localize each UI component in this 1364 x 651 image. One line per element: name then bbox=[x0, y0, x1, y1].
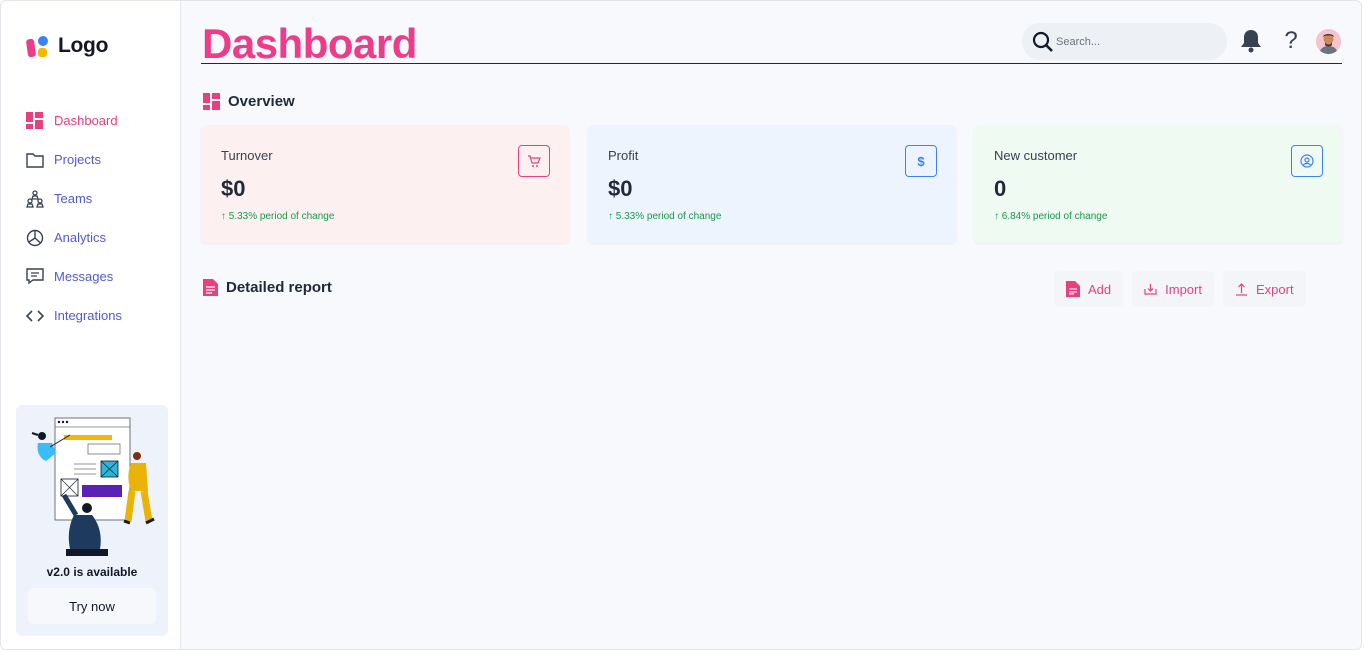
overview-heading: Overview bbox=[203, 93, 295, 110]
export-button-label: Export bbox=[1255, 281, 1294, 297]
add-button[interactable]: Add bbox=[1054, 271, 1124, 307]
dashboard-grid-icon bbox=[203, 93, 220, 110]
import-button[interactable]: Import bbox=[1132, 271, 1214, 307]
sidebar-nav: Dashboard Projects Teams Analytics Messa… bbox=[25, 101, 175, 335]
title-divider bbox=[201, 63, 1342, 64]
sidebar-item-analytics[interactable]: Analytics bbox=[25, 218, 175, 257]
dollar-icon[interactable]: $ bbox=[905, 145, 937, 177]
sidebar-item-dashboard[interactable]: Dashboard bbox=[25, 101, 175, 140]
dashboard-grid-icon bbox=[25, 111, 44, 130]
report-heading: Detailed report bbox=[203, 279, 332, 296]
stat-label: Profit bbox=[608, 148, 639, 163]
search-icon bbox=[1032, 31, 1053, 52]
stat-card-new-customer[interactable]: New customer 0 ↑ 6.84% period of change bbox=[974, 125, 1342, 243]
stat-change: ↑ 6.84% period of change bbox=[994, 211, 1108, 222]
code-icon bbox=[25, 306, 44, 325]
sidebar-item-label: Projects bbox=[54, 152, 101, 167]
sidebar-item-messages[interactable]: Messages bbox=[25, 257, 175, 296]
stat-value: $0 bbox=[608, 176, 633, 201]
message-icon bbox=[25, 267, 44, 286]
export-icon bbox=[1235, 282, 1247, 296]
import-button-label: Import bbox=[1165, 281, 1202, 297]
stat-value: $0 bbox=[221, 176, 246, 201]
bell-icon bbox=[1241, 30, 1261, 53]
main-content: Dashboard ? Overview Turnover $0 ↑ 5.33%… bbox=[182, 1, 1361, 649]
sidebar-item-teams[interactable]: Teams bbox=[25, 179, 175, 218]
pie-chart-icon bbox=[25, 228, 44, 247]
document-icon bbox=[203, 279, 218, 296]
stat-card-turnover[interactable]: Turnover $0 ↑ 5.33% period of change bbox=[201, 125, 569, 243]
promo-card: v2.0 is available Try now bbox=[16, 405, 168, 636]
export-button[interactable]: Export bbox=[1222, 271, 1306, 307]
logo-mark-icon bbox=[26, 36, 48, 58]
cart-icon[interactable] bbox=[518, 145, 550, 177]
user-circle-icon[interactable] bbox=[1291, 145, 1323, 177]
sidebar: Logo Dashboard Projects Teams Analytics … bbox=[1, 1, 181, 649]
stat-label: New customer bbox=[994, 148, 1078, 163]
document-icon bbox=[1066, 281, 1080, 297]
logo[interactable]: Logo bbox=[26, 33, 108, 59]
add-button-label: Add bbox=[1088, 281, 1112, 297]
stat-value: 0 bbox=[994, 176, 1007, 201]
search-bar[interactable] bbox=[1022, 23, 1227, 60]
sidebar-item-label: Dashboard bbox=[54, 113, 118, 128]
report-title: Detailed report bbox=[226, 279, 332, 296]
search-input[interactable] bbox=[1056, 35, 1216, 48]
teams-icon bbox=[25, 189, 44, 208]
logo-text: Logo bbox=[58, 34, 109, 57]
promo-text: v2.0 is available bbox=[46, 565, 138, 579]
sidebar-item-integrations[interactable]: Integrations bbox=[25, 296, 175, 335]
sidebar-item-projects[interactable]: Projects bbox=[25, 140, 175, 179]
sidebar-item-label: Integrations bbox=[54, 308, 122, 323]
report-actions: Add Import Export bbox=[1054, 271, 1306, 307]
sidebar-item-label: Messages bbox=[54, 269, 114, 284]
team-illustration bbox=[31, 417, 155, 556]
sidebar-item-label: Analytics bbox=[54, 230, 107, 245]
stat-card-profit[interactable]: Profit $0 ↑ 5.33% period of change $ bbox=[588, 125, 956, 243]
avatar[interactable] bbox=[1316, 29, 1341, 54]
try-now-button[interactable]: Try now bbox=[28, 588, 156, 624]
folder-icon bbox=[25, 150, 44, 169]
overview-title: Overview bbox=[228, 93, 295, 110]
page-title: Dashboard bbox=[202, 20, 417, 67]
help-icon[interactable]: ? bbox=[1278, 27, 1304, 54]
import-icon bbox=[1144, 284, 1157, 295]
sidebar-item-label: Teams bbox=[54, 191, 93, 206]
stat-change: ↑ 5.33% period of change bbox=[608, 211, 722, 222]
stat-change: ↑ 5.33% period of change bbox=[221, 211, 335, 222]
app-window: Logo Dashboard Projects Teams Analytics … bbox=[0, 0, 1362, 650]
stat-label: Turnover bbox=[221, 148, 273, 163]
notifications-button[interactable] bbox=[1238, 28, 1264, 54]
